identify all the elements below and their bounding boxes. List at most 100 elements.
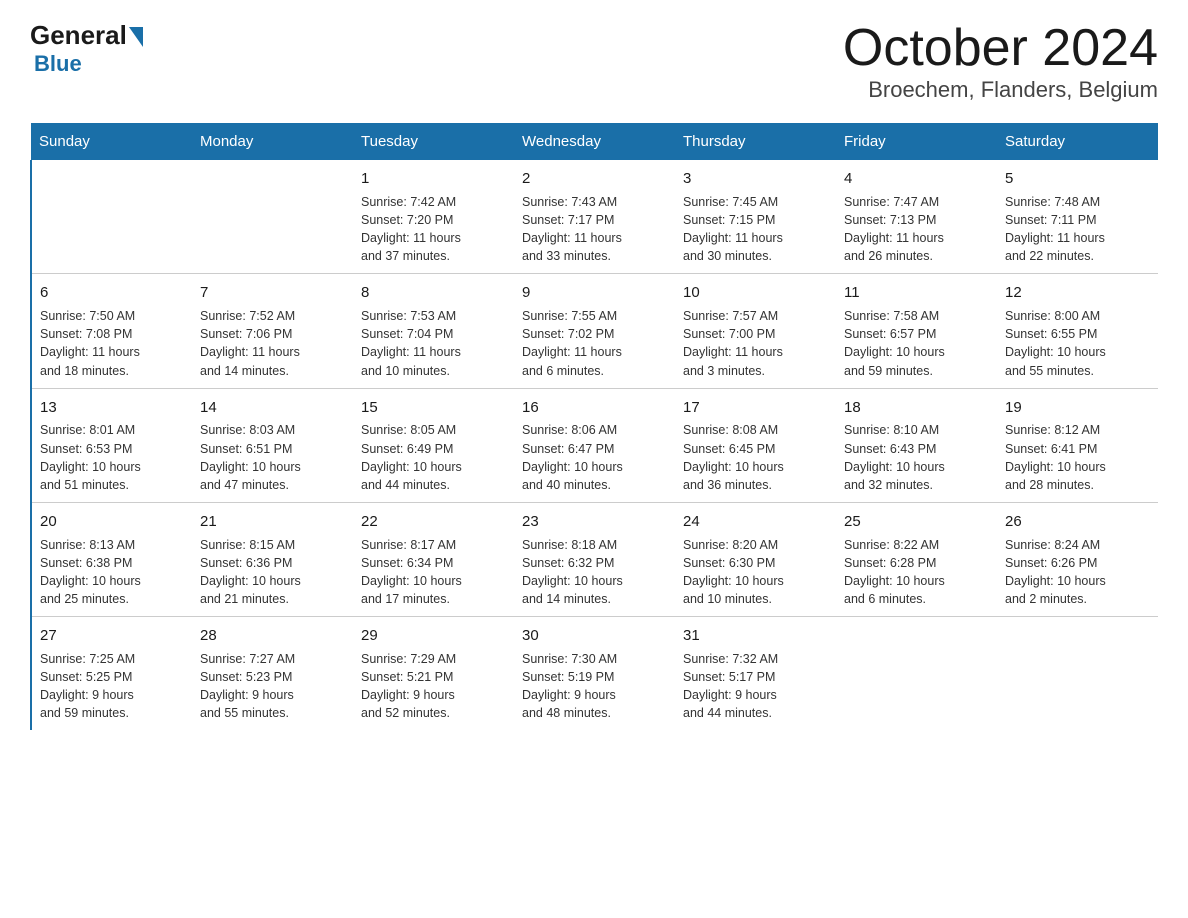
calendar-cell: 11 Sunrise: 7:58 AM Sunset: 6:57 PM Dayli… [836, 274, 997, 388]
calendar-cell: 28 Sunrise: 7:27 AM Sunset: 5:23 PM Dayli… [192, 617, 353, 731]
day-header-saturday: Saturday [997, 123, 1158, 160]
day-info: Sunrise: 7:32 AM Sunset: 5:17 PM Dayligh… [683, 650, 828, 723]
day-info: Sunrise: 8:05 AM Sunset: 6:49 PM Dayligh… [361, 421, 506, 494]
logo: General Blue [30, 20, 143, 77]
day-number: 17 [683, 397, 828, 419]
calendar-cell: 27Sunrise: 7:25 AM Sunset: 5:25 PM Dayli… [31, 617, 192, 731]
calendar-cell: 12Sunrise: 8:00 AM Sunset: 6:55 PM Dayli… [997, 274, 1158, 388]
day-number: 21 [200, 511, 345, 533]
day-info: Sunrise: 7:53 AM Sunset: 7:04 PM Dayligh… [361, 307, 506, 380]
calendar-cell: 31Sunrise: 7:32 AM Sunset: 5:17 PM Dayli… [675, 617, 836, 731]
calendar-cell: 13Sunrise: 8:01 AM Sunset: 6:53 PM Dayli… [31, 388, 192, 502]
day-info: Sunrise: 7:30 AM Sunset: 5:19 PM Dayligh… [522, 650, 667, 723]
calendar-cell: 24Sunrise: 8:20 AM Sunset: 6:30 PM Dayli… [675, 502, 836, 616]
calendar-cell: 29 Sunrise: 7:29 AM Sunset: 5:21 PM Dayli… [353, 617, 514, 731]
calendar-cell [31, 160, 192, 274]
day-info: Sunrise: 7:58 AM Sunset: 6:57 PM Dayligh… [844, 307, 989, 380]
day-number: 23 [522, 511, 667, 533]
calendar-cell: 3 Sunrise: 7:45 AM Sunset: 7:15 PM Daylig… [675, 160, 836, 274]
day-number: 7 [200, 282, 345, 304]
calendar-cell: 8Sunrise: 7:53 AM Sunset: 7:04 PM Daylig… [353, 274, 514, 388]
calendar-cell: 17Sunrise: 8:08 AM Sunset: 6:45 PM Dayli… [675, 388, 836, 502]
day-number: 13 [40, 397, 184, 419]
day-number: 4 [844, 168, 989, 190]
calendar-title: October 2024 [843, 20, 1158, 77]
day-info: Sunrise: 7:48 AM Sunset: 7:11 PM Dayligh… [1005, 193, 1150, 266]
day-number: 14 [200, 397, 345, 419]
calendar-cell: 30 Sunrise: 7:30 AM Sunset: 5:19 PM Dayli… [514, 617, 675, 731]
day-number: 24 [683, 511, 828, 533]
logo-general-text: General [30, 20, 127, 51]
day-number: 28 [200, 625, 345, 647]
calendar-cell: 20 Sunrise: 8:13 AM Sunset: 6:38 PM Dayli… [31, 502, 192, 616]
day-number: 3 [683, 168, 828, 190]
calendar-cell: 10 Sunrise: 7:57 AM Sunset: 7:00 PM Dayli… [675, 274, 836, 388]
day-header-thursday: Thursday [675, 123, 836, 160]
calendar-cell [997, 617, 1158, 731]
day-number: 10 [683, 282, 828, 304]
day-info: Sunrise: 8:03 AM Sunset: 6:51 PM Dayligh… [200, 421, 345, 494]
day-info: Sunrise: 7:43 AM Sunset: 7:17 PM Dayligh… [522, 193, 667, 266]
calendar-cell: 14Sunrise: 8:03 AM Sunset: 6:51 PM Dayli… [192, 388, 353, 502]
logo-text: General [30, 20, 143, 51]
day-number: 16 [522, 397, 667, 419]
day-number: 25 [844, 511, 989, 533]
day-number: 19 [1005, 397, 1150, 419]
day-number: 5 [1005, 168, 1150, 190]
day-number: 9 [522, 282, 667, 304]
day-info: Sunrise: 8:15 AM Sunset: 6:36 PM Dayligh… [200, 536, 345, 609]
day-info: Sunrise: 8:12 AM Sunset: 6:41 PM Dayligh… [1005, 421, 1150, 494]
calendar-cell: 9Sunrise: 7:55 AM Sunset: 7:02 PM Daylig… [514, 274, 675, 388]
day-number: 30 [522, 625, 667, 647]
day-info: Sunrise: 7:27 AM Sunset: 5:23 PM Dayligh… [200, 650, 345, 723]
calendar-header-row: SundayMondayTuesdayWednesdayThursdayFrid… [31, 123, 1158, 160]
calendar-cell: 19Sunrise: 8:12 AM Sunset: 6:41 PM Dayli… [997, 388, 1158, 502]
day-number: 29 [361, 625, 506, 647]
calendar-cell: 15Sunrise: 8:05 AM Sunset: 6:49 PM Dayli… [353, 388, 514, 502]
calendar-cell: 23Sunrise: 8:18 AM Sunset: 6:32 PM Dayli… [514, 502, 675, 616]
day-number: 11 [844, 282, 989, 304]
day-info: Sunrise: 7:25 AM Sunset: 5:25 PM Dayligh… [40, 650, 184, 723]
calendar-week-row: 20 Sunrise: 8:13 AM Sunset: 6:38 PM Dayli… [31, 502, 1158, 616]
day-header-sunday: Sunday [31, 123, 192, 160]
calendar-cell: 7 Sunrise: 7:52 AM Sunset: 7:06 PM Daylig… [192, 274, 353, 388]
calendar-cell: 4Sunrise: 7:47 AM Sunset: 7:13 PM Daylig… [836, 160, 997, 274]
day-info: Sunrise: 7:57 AM Sunset: 7:00 PM Dayligh… [683, 307, 828, 380]
day-info: Sunrise: 8:08 AM Sunset: 6:45 PM Dayligh… [683, 421, 828, 494]
day-number: 12 [1005, 282, 1150, 304]
page-header: General Blue October 2024 Broechem, Flan… [30, 20, 1158, 103]
day-info: Sunrise: 8:13 AM Sunset: 6:38 PM Dayligh… [40, 536, 184, 609]
day-number: 2 [522, 168, 667, 190]
calendar-cell: 26Sunrise: 8:24 AM Sunset: 6:26 PM Dayli… [997, 502, 1158, 616]
calendar-cell [836, 617, 997, 731]
calendar-cell: 5 Sunrise: 7:48 AM Sunset: 7:11 PM Daylig… [997, 160, 1158, 274]
calendar-week-row: 6Sunrise: 7:50 AM Sunset: 7:08 PM Daylig… [31, 274, 1158, 388]
day-info: Sunrise: 8:06 AM Sunset: 6:47 PM Dayligh… [522, 421, 667, 494]
calendar-cell: 16Sunrise: 8:06 AM Sunset: 6:47 PM Dayli… [514, 388, 675, 502]
calendar-week-row: 1Sunrise: 7:42 AM Sunset: 7:20 PM Daylig… [31, 160, 1158, 274]
day-number: 22 [361, 511, 506, 533]
day-number: 6 [40, 282, 184, 304]
day-header-monday: Monday [192, 123, 353, 160]
day-info: Sunrise: 8:01 AM Sunset: 6:53 PM Dayligh… [40, 421, 184, 494]
day-number: 15 [361, 397, 506, 419]
calendar-cell: 25Sunrise: 8:22 AM Sunset: 6:28 PM Dayli… [836, 502, 997, 616]
title-block: October 2024 Broechem, Flanders, Belgium [843, 20, 1158, 103]
day-info: Sunrise: 7:45 AM Sunset: 7:15 PM Dayligh… [683, 193, 828, 266]
day-number: 1 [361, 168, 506, 190]
calendar-cell: 22 Sunrise: 8:17 AM Sunset: 6:34 PM Dayli… [353, 502, 514, 616]
calendar-week-row: 27Sunrise: 7:25 AM Sunset: 5:25 PM Dayli… [31, 617, 1158, 731]
day-info: Sunrise: 8:17 AM Sunset: 6:34 PM Dayligh… [361, 536, 506, 609]
calendar-week-row: 13Sunrise: 8:01 AM Sunset: 6:53 PM Dayli… [31, 388, 1158, 502]
day-info: Sunrise: 8:10 AM Sunset: 6:43 PM Dayligh… [844, 421, 989, 494]
day-info: Sunrise: 7:29 AM Sunset: 5:21 PM Dayligh… [361, 650, 506, 723]
day-header-wednesday: Wednesday [514, 123, 675, 160]
day-info: Sunrise: 7:52 AM Sunset: 7:06 PM Dayligh… [200, 307, 345, 380]
calendar-cell: 18Sunrise: 8:10 AM Sunset: 6:43 PM Dayli… [836, 388, 997, 502]
day-number: 20 [40, 511, 184, 533]
logo-triangle-icon [129, 27, 143, 47]
day-number: 26 [1005, 511, 1150, 533]
calendar-cell: 21 Sunrise: 8:15 AM Sunset: 6:36 PM Dayli… [192, 502, 353, 616]
day-number: 18 [844, 397, 989, 419]
calendar-cell: 6Sunrise: 7:50 AM Sunset: 7:08 PM Daylig… [31, 274, 192, 388]
